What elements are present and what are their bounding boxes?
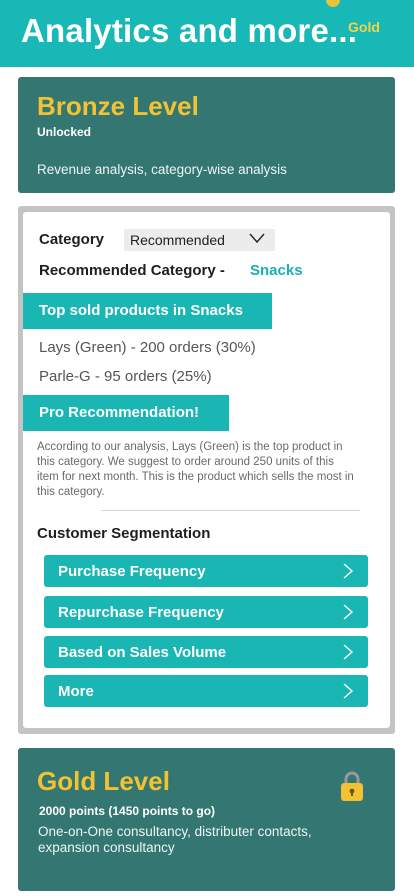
button-label: Purchase Frequency bbox=[58, 563, 206, 580]
category-select-value: Recommended bbox=[130, 232, 225, 248]
chevron-right-icon bbox=[343, 563, 354, 579]
level-badge[interactable]: Gold bbox=[348, 19, 380, 35]
pro-recommendation-heading: Pro Recommendation! bbox=[23, 395, 229, 431]
purchase-frequency-button[interactable]: Purchase Frequency bbox=[44, 555, 368, 587]
button-label: Repurchase Frequency bbox=[58, 604, 224, 621]
chevron-right-icon bbox=[343, 683, 354, 699]
category-label: Category bbox=[39, 231, 105, 248]
recommended-category-label: Recommended Category - bbox=[39, 262, 225, 279]
button-label: More bbox=[58, 683, 94, 700]
repurchase-frequency-button[interactable]: Repurchase Frequency bbox=[44, 596, 368, 628]
bronze-level-description: Revenue analysis, category-wise analysis bbox=[37, 162, 287, 177]
chevron-right-icon bbox=[343, 644, 354, 660]
chevron-right-icon bbox=[343, 604, 354, 620]
customer-segmentation-title: Customer Segmentation bbox=[37, 525, 211, 542]
lock-icon bbox=[341, 771, 363, 801]
chevron-down-icon bbox=[249, 233, 265, 244]
divider bbox=[101, 510, 360, 511]
product-item: Lays (Green) - 200 orders (30%) bbox=[39, 339, 256, 356]
sales-volume-button[interactable]: Based on Sales Volume bbox=[44, 636, 368, 668]
bronze-level-title: Bronze Level bbox=[37, 91, 199, 121]
recommended-category-value[interactable]: Snacks bbox=[250, 262, 303, 279]
medal-icon bbox=[326, 0, 340, 7]
gold-level-points: 2000 points (1450 points to go) bbox=[39, 804, 216, 818]
bronze-level-card: Bronze Level Unlocked Revenue analysis, … bbox=[18, 77, 395, 193]
pro-recommendation-text: According to our analysis, Lays (Green) … bbox=[37, 441, 354, 498]
app-header: Analytics and more... Gold bbox=[0, 0, 414, 67]
bronze-level-status: Unlocked bbox=[37, 125, 92, 139]
top-sold-heading: Top sold products in Snacks bbox=[23, 293, 272, 329]
gold-level-description: One-on-One consultancy, distributer cont… bbox=[38, 824, 312, 855]
gold-level-title: Gold Level bbox=[37, 766, 170, 796]
product-item: Parle-G - 95 orders (25%) bbox=[39, 368, 212, 385]
category-select[interactable]: Recommended bbox=[124, 229, 275, 251]
page-title: Analytics and more... bbox=[21, 12, 358, 49]
button-label: Based on Sales Volume bbox=[58, 644, 227, 661]
more-button[interactable]: More bbox=[44, 675, 368, 707]
